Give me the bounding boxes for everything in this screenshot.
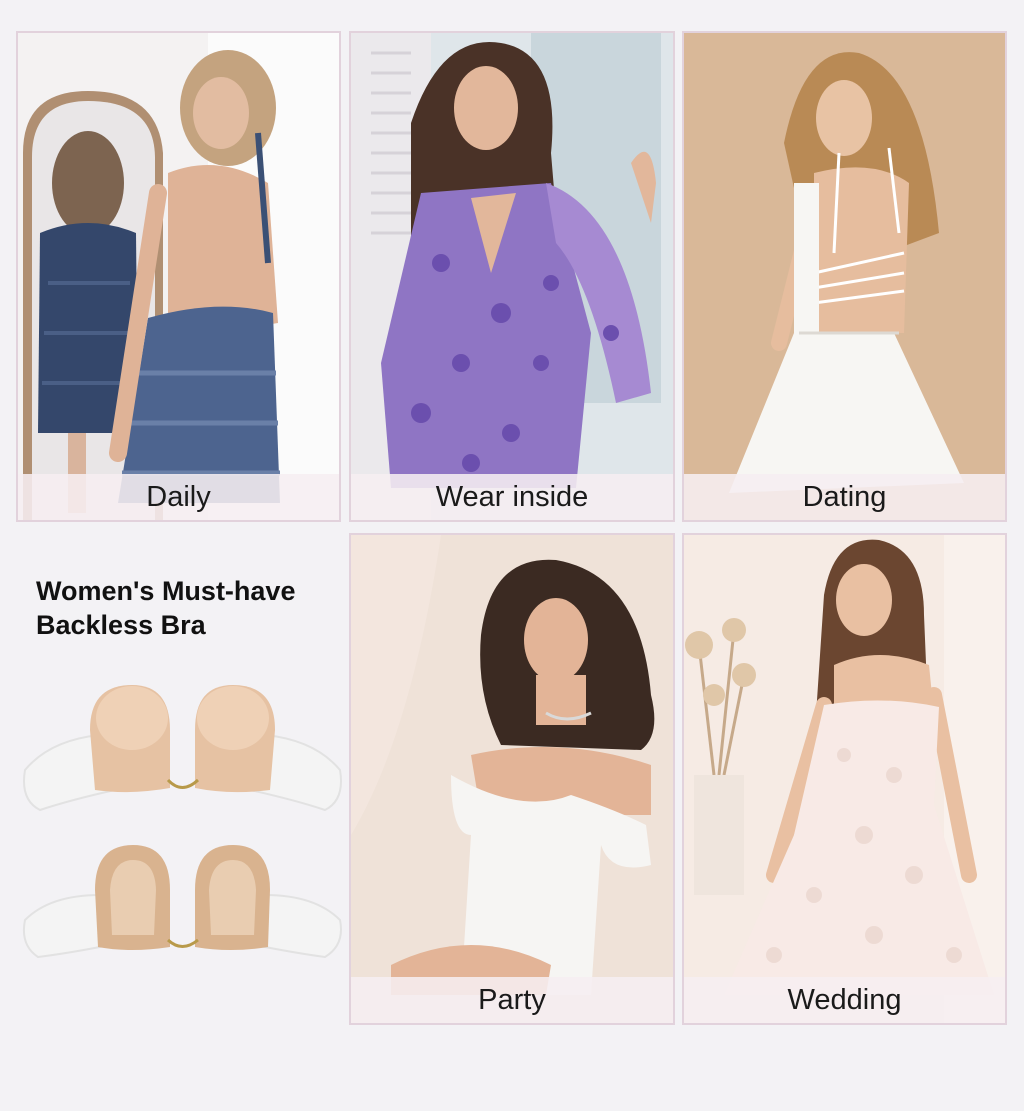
wedding-photo xyxy=(684,535,1005,1023)
adhesive-bra-front-icon xyxy=(20,680,345,820)
headline-line-2: Backless Bra xyxy=(36,610,206,640)
headline: Women's Must-have Backless Bra xyxy=(36,574,336,642)
photo-tile-wear-inside: Wear inside xyxy=(349,31,675,522)
dating-caption: Dating xyxy=(684,474,1005,520)
photo-tile-dating: Dating xyxy=(682,31,1007,522)
headline-line-1: Women's Must-have xyxy=(36,576,296,606)
photo-tile-daily: Daily xyxy=(16,31,341,522)
wedding-caption: Wedding xyxy=(684,977,1005,1023)
wear-inside-photo xyxy=(351,33,673,520)
photo-tile-party: Party xyxy=(349,533,675,1025)
dating-photo xyxy=(684,33,1005,520)
photo-tile-wedding: Wedding xyxy=(682,533,1007,1025)
daily-caption: Daily xyxy=(18,474,339,520)
daily-photo xyxy=(18,33,339,520)
wear-inside-caption: Wear inside xyxy=(351,474,673,520)
party-caption: Party xyxy=(351,977,673,1023)
party-photo xyxy=(351,535,673,1023)
adhesive-bra-back-icon xyxy=(20,835,345,975)
